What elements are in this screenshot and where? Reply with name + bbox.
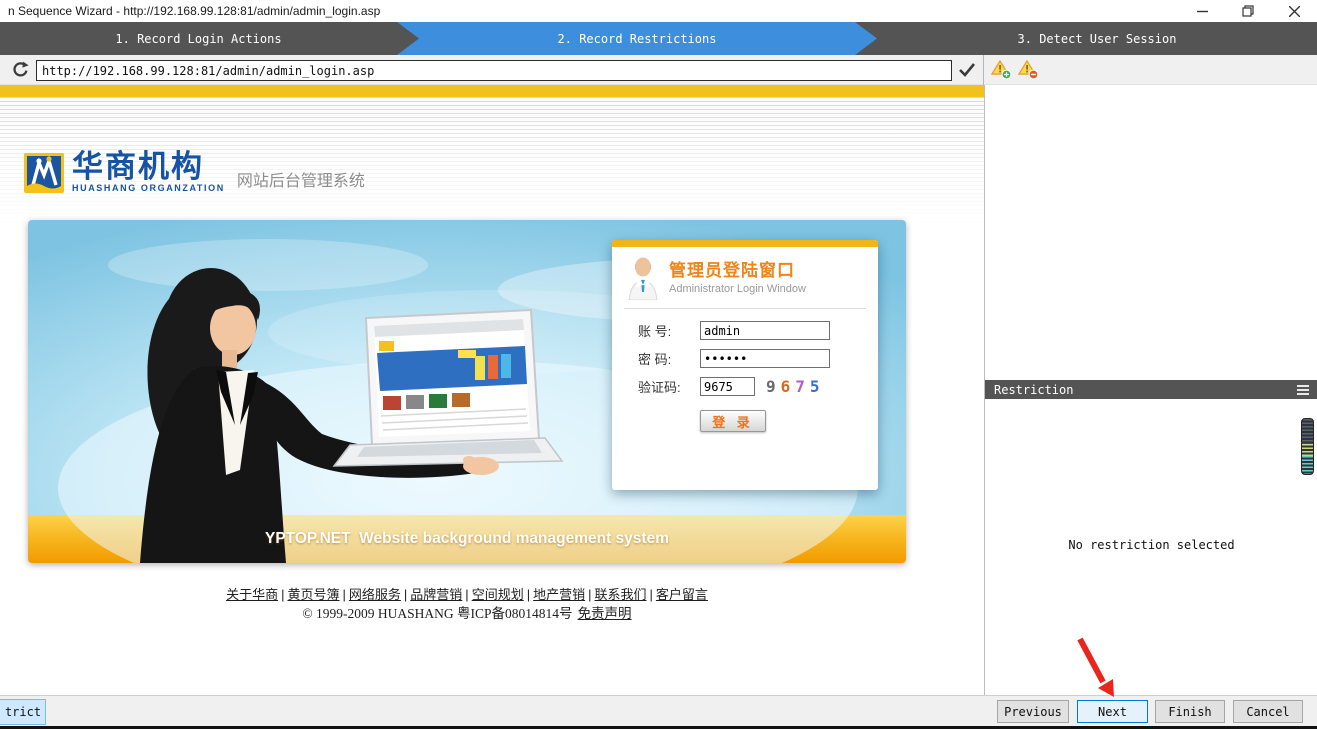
refresh-icon[interactable] [11,61,29,79]
link-separator: | [281,587,284,602]
footer-link[interactable]: 关于华商 [226,587,278,602]
account-input[interactable] [700,321,830,340]
captcha-digit: 9 [766,377,781,396]
logo-text: 华商机构 HUASHANG ORGANZATION [72,151,225,193]
logo-cn: 华商机构 [72,151,225,182]
copyright-line: © 1999-2009 HUASHANG 粤ICP备08014814号免责声明 [28,602,906,622]
administrator-avatar-icon [626,256,660,300]
toolbar-separator [983,55,984,85]
previous-button[interactable]: Previous [997,700,1069,723]
scroll-stripes-green [1302,444,1313,457]
footer-link[interactable]: 网络服务 [349,587,401,602]
titlebar: n Sequence Wizard - http://192.168.99.12… [0,0,1317,22]
close-button[interactable] [1271,0,1317,22]
footer-link[interactable]: 联系我们 [595,587,647,602]
remove-restriction-warning-icon[interactable] [1018,60,1040,80]
captcha-image: 9675 [766,377,825,396]
link-separator: | [465,587,468,602]
link-separator: | [404,587,407,602]
captcha-digit: 7 [795,377,810,396]
login-title-cn: 管理员登陆窗口 [669,256,806,281]
admin-login-panel: 管理员登陆窗口 Administrator Login Window 账 号: … [612,240,878,490]
password-input[interactable] [700,349,830,368]
scroll-indicator[interactable] [1301,418,1314,475]
login-panel-titles: 管理员登陆窗口 Administrator Login Window [669,256,806,295]
cancel-button[interactable]: Cancel [1233,700,1303,723]
minimize-button[interactable] [1179,0,1225,22]
restore-button[interactable] [1225,0,1271,22]
step-record-login-actions[interactable]: 1. Record Login Actions [0,22,397,55]
login-form: 账 号: 密 码: 验证码: 9675 登 录 [612,309,878,432]
footer-links: 关于华商|黄页号簿|网络服务|品牌营销|空间规划|地产营销|联系我们|客户留言 [28,584,906,603]
restriction-panel-header: Restriction [985,380,1317,399]
login-button[interactable]: 登 录 [700,410,766,432]
site-subtitle: 网站后台管理系统 [237,167,365,193]
step-label: 1. Record Login Actions [115,32,281,46]
url-input[interactable] [36,60,952,81]
copyright-text: © 1999-2009 HUASHANG 粤ICP备08014814号 [302,606,572,621]
embedded-webpage: 华商机构 HUASHANG ORGANZATION 网站后台管理系统 [0,85,984,695]
logo-en: HUASHANG ORGANZATION [72,184,225,193]
banner-footer-text: YPTOP.NET Website background management … [28,515,906,563]
huashang-logo-icon [24,153,64,193]
window-controls [1179,0,1317,22]
footer-link[interactable]: 品牌营销 [410,587,462,602]
content-area: 华商机构 HUASHANG ORGANZATION 网站后台管理系统 [0,85,1317,695]
window-title: n Sequence Wizard - http://192.168.99.12… [8,4,380,18]
restriction-panel: Restriction No restriction selected [984,85,1317,695]
step-label: 2. Record Restrictions [558,32,717,46]
footer-link[interactable]: 地产营销 [533,587,585,602]
captcha-input[interactable] [700,377,755,396]
menu-icon[interactable] [1297,385,1309,395]
add-restriction-warning-icon[interactable] [991,60,1013,80]
scroll-stripes-teal [1302,456,1313,474]
next-button[interactable]: Next [1077,700,1148,723]
restriction-empty-text: No restriction selected [985,538,1317,552]
login-panel-accent-bar [612,240,878,247]
link-separator: | [588,587,591,602]
login-banner: YPTOP.NET Website background management … [28,220,906,563]
login-title-en: Administrator Login Window [669,283,806,295]
step-detect-user-session[interactable]: 3. Detect User Session [877,22,1317,55]
page-yellow-bar [0,85,984,97]
link-separator: | [650,587,653,602]
link-separator: | [527,587,530,602]
wizard-step-bar: 1. Record Login Actions 2. Record Restri… [0,22,1317,55]
link-separator: | [342,587,345,602]
confirm-check-icon[interactable] [959,62,976,77]
site-logo: 华商机构 HUASHANG ORGANZATION 网站后台管理系统 [24,151,365,193]
url-toolbar [0,55,1317,85]
restriction-header-title: Restriction [994,383,1073,397]
wizard-bottom-bar: trict Previous Next Finish Cancel [0,695,1317,729]
footer-link[interactable]: 黄页号簿 [287,587,339,602]
restore-icon [1242,5,1254,17]
captcha-label: 验证码: [638,377,700,396]
footer-link[interactable]: 客户留言 [656,587,708,602]
footer-link[interactable]: 空间规划 [472,587,524,602]
captcha-digit: 6 [781,377,796,396]
finish-button[interactable]: Finish [1155,700,1225,723]
captcha-digit: 5 [810,377,825,396]
account-label: 账 号: [638,321,700,340]
disclaimer-link[interactable]: 免责声明 [578,606,632,621]
minimize-icon [1197,6,1208,17]
step-record-restrictions-active[interactable]: 2. Record Restrictions [397,22,877,55]
add-restriction-partial-button[interactable]: trict [0,699,46,725]
wizard-window: n Sequence Wizard - http://192.168.99.12… [0,0,1317,729]
password-label: 密 码: [638,349,700,368]
scroll-stripes-gray [1302,419,1313,444]
login-panel-header: 管理员登陆窗口 Administrator Login Window [612,247,878,306]
step-label: 3. Detect User Session [1018,32,1177,46]
close-icon [1289,6,1300,17]
